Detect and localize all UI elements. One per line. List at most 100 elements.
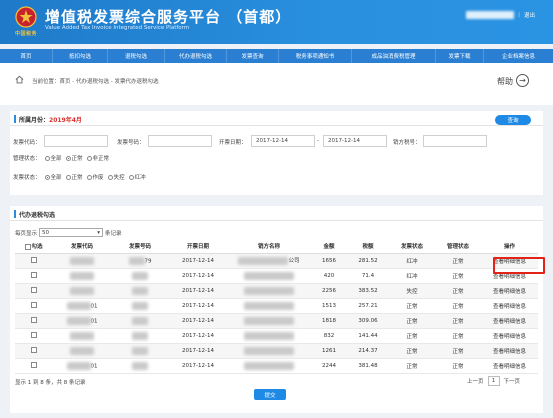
masked-value: [244, 301, 294, 310]
invoice-status: 正常: [389, 343, 435, 359]
amount: 420: [311, 268, 347, 284]
help-arrow-icon[interactable]: →: [516, 74, 529, 87]
manage-status: 正常: [435, 343, 481, 359]
masked-value: [132, 286, 148, 295]
manage-status: 正常: [435, 313, 481, 329]
seller-tax-input[interactable]: [423, 135, 487, 147]
issue-date: 2017-12-14: [169, 343, 227, 359]
masked-value: [244, 316, 294, 325]
invoice-status-normal[interactable]: 正常: [65, 173, 83, 181]
manage-status: 正常: [435, 298, 481, 314]
invoice-status-red[interactable]: 红冲: [128, 173, 146, 181]
invoice-status: 红冲: [389, 268, 435, 284]
issue-date: 2017-12-14: [169, 328, 227, 344]
invoice-code-input[interactable]: [44, 135, 108, 147]
seller-name: 公司: [288, 258, 300, 265]
table-row[interactable]: 2017-12-14 832 141.44 正常 正常 查看明细信息: [15, 328, 538, 344]
masked-value: [132, 331, 148, 340]
breadcrumb-bar: 当前位置：首页 - 代办退税勾选 - 发票代办退税勾选 帮助 →: [0, 63, 553, 105]
view-detail-link[interactable]: 查看明细信息: [481, 313, 538, 329]
nav-item-company-profile[interactable]: 企业档案信息: [484, 49, 553, 63]
masked-value: [132, 301, 148, 310]
nav-item-refund[interactable]: 退税勾选: [108, 49, 165, 63]
nav-item-invoice-download[interactable]: 发票下载: [436, 49, 484, 63]
invoice-status-void[interactable]: 作废: [86, 173, 104, 181]
prev-page[interactable]: 上一页: [467, 377, 484, 385]
table-row[interactable]: 01 2017-12-14 2244 381.48 正常 正常 查看明细信息: [15, 358, 538, 374]
issue-date-label: 开票日期：: [219, 140, 247, 146]
manage-status: 正常: [435, 328, 481, 344]
app-header: 中国税务 增值税发票综合服务平台 （首都） Value Added Tax In…: [0, 0, 553, 44]
table-row[interactable]: 01 2017-12-14 1818 309.06 正常 正常 查看明细信息: [15, 313, 538, 329]
masked-value: [70, 286, 94, 295]
issue-date: 2017-12-14: [169, 358, 227, 374]
nav-item-tax-notice[interactable]: 税务事项通知书: [279, 49, 352, 63]
invoice-status: 正常: [389, 313, 435, 329]
invoice-status-lost[interactable]: 失控: [107, 173, 125, 181]
user-area: | 退出: [466, 11, 535, 19]
col-issue-date: 开票日期: [169, 240, 227, 254]
table-row[interactable]: 01 2017-12-14 1513 257.21 正常 正常 查看明细信息: [15, 298, 538, 314]
view-detail-link[interactable]: 查看明细信息: [481, 328, 538, 344]
invoice-status: 正常: [389, 328, 435, 344]
page-size-select[interactable]: 50 ▾: [39, 228, 104, 237]
col-invoice-code: 发票代码: [53, 240, 111, 254]
view-detail-link[interactable]: 查看明细信息: [481, 343, 538, 359]
masked-value: [70, 331, 94, 340]
view-detail-link[interactable]: 查看明细信息: [481, 298, 538, 314]
row-checkbox: [31, 317, 37, 324]
issue-date: 2017-12-14: [169, 283, 227, 299]
invoice-no-input[interactable]: [148, 135, 212, 147]
nav-item-agent-refund[interactable]: 代办退税勾选: [165, 49, 227, 63]
nav-item-oil-tax[interactable]: 成品油消费税管理: [352, 49, 436, 63]
col-invoice-status: 发票状态: [389, 240, 435, 254]
invoice-status-all[interactable]: 全部: [44, 173, 62, 181]
row-checkbox: [31, 332, 37, 339]
issue-date: 2017-12-14: [169, 253, 227, 269]
amount: 2256: [311, 283, 347, 299]
manage-status-all[interactable]: 全部: [44, 154, 62, 162]
table-row[interactable]: 79 2017-12-14 公司 1656 281.52 红冲 正常 查看明细信息: [15, 253, 538, 269]
col-invoice-no: 发票号码: [111, 240, 169, 254]
invoice-status: 失控: [389, 283, 435, 299]
query-button[interactable]: 查询: [495, 115, 531, 125]
date-to-input[interactable]: 2017-12-14: [323, 135, 387, 147]
manage-status-abnormal[interactable]: 非正常: [86, 154, 109, 162]
manage-status: 正常: [435, 268, 481, 284]
col-tax: 税额: [347, 240, 389, 254]
current-page[interactable]: 1: [487, 376, 500, 386]
view-detail-link[interactable]: 查看明细信息: [481, 358, 538, 374]
help-label[interactable]: 帮助: [497, 76, 513, 87]
invoice-status-group: 发票状态： 全部 正常 作废 失控 红冲: [13, 173, 146, 181]
tax-amount: 381.48: [347, 358, 389, 374]
view-detail-link[interactable]: 查看明细信息: [481, 283, 538, 299]
nav-item-deduction[interactable]: 抵扣勾选: [53, 49, 108, 63]
date-from-input[interactable]: 2017-12-14: [251, 135, 315, 147]
invoice-no: 79: [144, 258, 152, 264]
issue-date: 2017-12-14: [169, 268, 227, 284]
masked-value: [244, 286, 294, 295]
manage-status-normal[interactable]: 正常: [65, 154, 83, 162]
app-title: 增值税发票综合服务平台 （首都）: [45, 8, 292, 26]
nav-item-home[interactable]: 首页: [0, 49, 53, 63]
home-icon: [15, 75, 24, 84]
page-size-control: 每页显示 50 ▾ 条记录: [15, 228, 122, 237]
row-checkbox: [31, 257, 37, 264]
masked-value: [132, 316, 148, 325]
row-checkbox: [31, 272, 37, 279]
manage-status-group: 管理状态： 全部 正常 非正常: [13, 154, 110, 162]
period-value: 2019年4月: [49, 117, 82, 124]
nav-item-invoice-query[interactable]: 发票查询: [227, 49, 279, 63]
logout-link[interactable]: 退出: [524, 11, 535, 19]
table-header-row: 勾选 发票代码 发票号码 开票日期 销方名称 金额 税额 发票状态 管理状态 操…: [15, 240, 538, 254]
table-row[interactable]: 2017-12-14 420 71.4 红冲 正常 查看明细信息: [15, 268, 538, 284]
tax-amount: 281.52: [347, 253, 389, 269]
col-select[interactable]: 勾选: [15, 240, 53, 254]
invoice-code: 01: [90, 303, 98, 309]
next-page[interactable]: 下一页: [504, 377, 521, 385]
submit-button[interactable]: 提交: [254, 389, 286, 400]
table-row[interactable]: 2017-12-14 2256 383.52 失控 正常 查看明细信息: [15, 283, 538, 299]
invoice-status: 正常: [389, 358, 435, 374]
masked-value: [66, 301, 91, 310]
table-row[interactable]: 2017-12-14 1261 214.37 正常 正常 查看明细信息: [15, 343, 538, 359]
